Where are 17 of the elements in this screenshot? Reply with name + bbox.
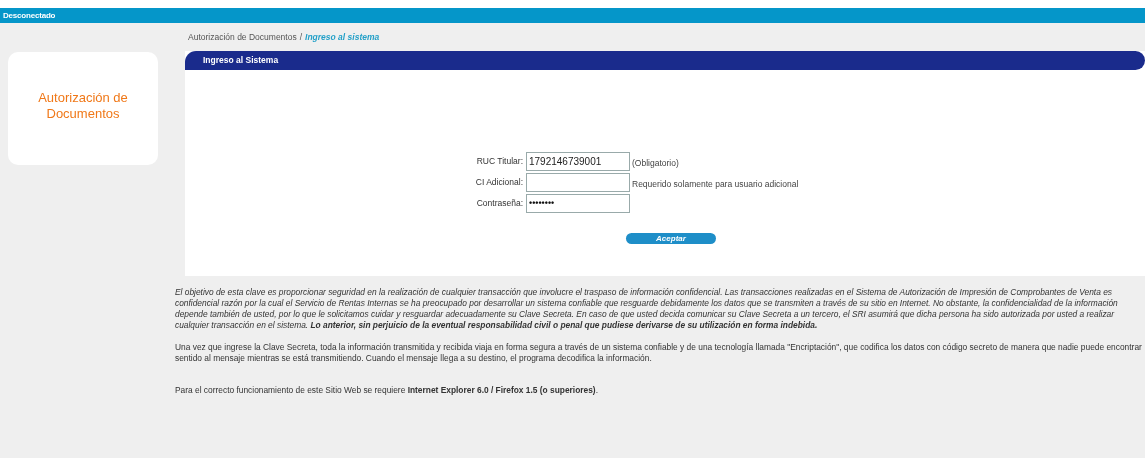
field-note: Requerido solamente para usuario adicional xyxy=(631,177,799,191)
field-label: Contraseña: xyxy=(475,197,524,210)
field-label: RUC Titular: xyxy=(475,155,524,168)
field-note: (Obligatorio) xyxy=(631,156,679,170)
sidebar-title: Autorización de Documentos xyxy=(37,89,129,122)
info-paragraph: Para el correcto funcionamiento de este Sitio Web se requiere Internet Explorer 6.0 / Firefox 1.5 (o superiores). xyxy=(175,385,599,396)
breadcrumb-separator: / xyxy=(299,30,303,44)
breadcrumb-link[interactable]: Autorización de Documentos xyxy=(188,30,297,44)
input-field[interactable] xyxy=(526,173,630,192)
password-field[interactable]: •••••••• xyxy=(526,194,630,213)
accept-button[interactable]: Aceptar xyxy=(626,233,716,244)
info-paragraph: Una vez que ingrese la Clave Secreta, toda la información transmitida y recibida viaja en forma segura a través de un sistema confiable y de una tecnología llamada "Encriptación", que codifica los datos con código secreto de manera que nadie puede encontrar sentido al mensaje mientras se está transmitiendo. Cuando el mensaje llega a su destino, el programa decodifica la información. xyxy=(175,342,1143,364)
connection-status: Desconectado xyxy=(3,9,56,22)
input-field[interactable]: 1792146739001 xyxy=(526,152,630,171)
info-paragraph: El objetivo de esta clave es proporcionar seguridad en la realización de cualquier transacción que involucre el traspaso de información confidencial. Las transacciones realizadas en el Sistema de Autorización de Impresión de Comprobantes de Venta es confidencial razón por la cual el Servicio de Rentas Internas se ha preocupado por desarrollar un sistema confiable que resguarde debidamente los datos que se transmiten a través de su sitio en Internet. No obstante, la confidencialidad de la información depende también de usted, por lo que le solicitamos cuidar y resguardar adecuadamente su Clave Secreta. En caso de que usted decida comunicar su Clave Secreta a un tercero, el SRI asumirá que dicha persona ha sido autorizada por usted a realizar cualquier transacción en el sistema. Lo anterior, sin perjuicio de la eventual responsabilidad civil o penal que pudiese derivarse de su utilización en forma indebida. xyxy=(175,287,1119,331)
panel-title: Ingreso al Sistema xyxy=(203,54,279,67)
field-label: CI Adicional: xyxy=(474,176,524,189)
